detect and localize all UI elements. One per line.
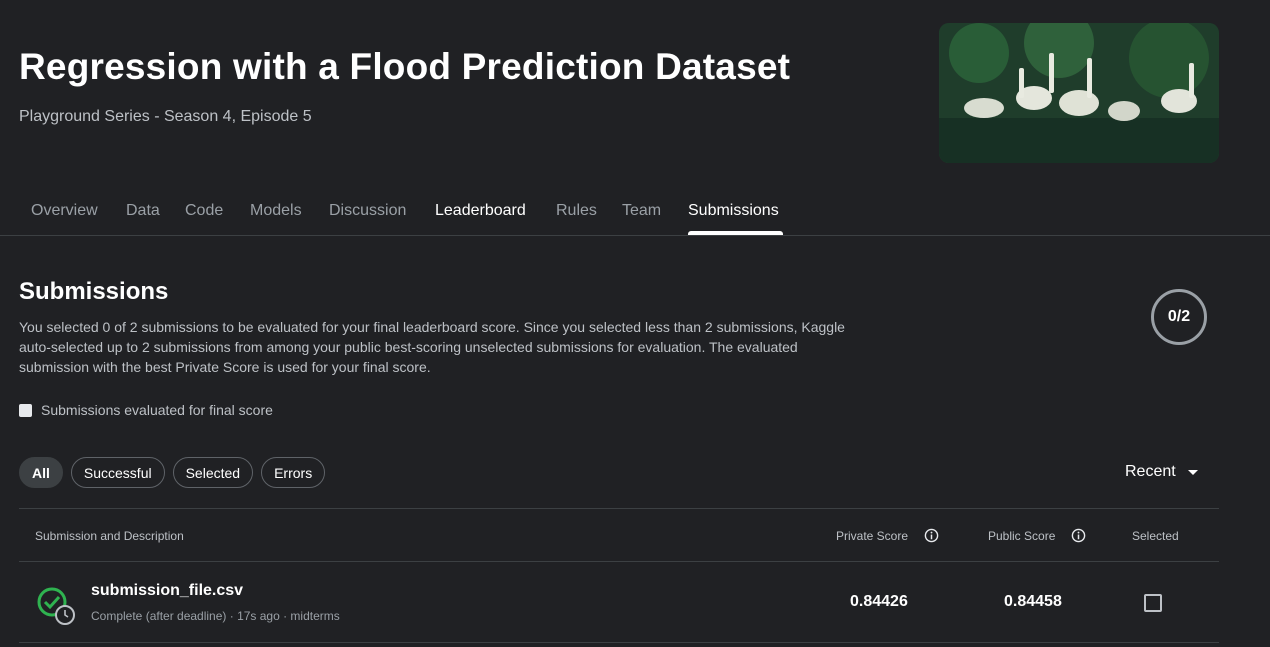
tab-code[interactable]: Code: [185, 202, 223, 220]
page-subtitle: Playground Series - Season 4, Episode 5: [19, 108, 312, 125]
submissions-table: Submission and Description Private Score…: [19, 508, 1219, 643]
caret-down-icon: [1187, 469, 1198, 475]
sort-dropdown[interactable]: Recent: [1125, 463, 1198, 481]
select-checkbox[interactable]: [1144, 594, 1162, 612]
section-title: Submissions: [19, 278, 169, 305]
filter-all[interactable]: All: [19, 457, 63, 488]
column-header-public-score: Public Score: [988, 529, 1056, 543]
info-icon[interactable]: [924, 528, 939, 543]
complete-check-icon: [37, 587, 75, 625]
table-header: Submission and Description Private Score…: [19, 509, 1219, 562]
filter-selected[interactable]: Selected: [172, 457, 254, 488]
tab-rules[interactable]: Rules: [556, 202, 597, 220]
column-header-submission: Submission and Description: [35, 529, 184, 543]
public-score: 0.84458: [1004, 593, 1062, 610]
final-score-filter[interactable]: Submissions evaluated for final score: [19, 402, 273, 418]
tab-team[interactable]: Team: [622, 202, 661, 220]
column-header-selected: Selected: [1132, 529, 1179, 543]
tab-models[interactable]: Models: [250, 202, 302, 220]
tab-submissions[interactable]: Submissions: [688, 202, 779, 220]
submissions-description: You selected 0 of 2 submissions to be ev…: [19, 319, 845, 375]
private-score: 0.84426: [850, 593, 908, 610]
sort-label: Recent: [1125, 463, 1176, 480]
tab-leaderboard[interactable]: Leaderboard: [435, 202, 526, 220]
submission-file-name[interactable]: submission_file.csv: [91, 582, 243, 600]
column-header-private-score: Private Score: [836, 529, 909, 543]
info-icon[interactable]: [1071, 528, 1086, 543]
competition-banner-image: [939, 23, 1219, 163]
table-row[interactable]: submission_file.csv Complete (after dead…: [19, 562, 1219, 643]
active-tab-indicator: [688, 231, 783, 235]
tab-data[interactable]: Data: [126, 202, 160, 220]
tab-bar: Overview Data Code Models Discussion Lea…: [0, 196, 1270, 236]
final-score-checkbox[interactable]: [19, 403, 32, 417]
final-score-checkbox-label: Submissions evaluated for final score: [41, 402, 273, 418]
tab-overview[interactable]: Overview: [31, 202, 98, 220]
tab-discussion[interactable]: Discussion: [329, 202, 406, 220]
page-title: Regression with a Flood Prediction Datas…: [19, 46, 791, 87]
selection-counter: 0/2: [1151, 289, 1207, 345]
filter-errors[interactable]: Errors: [261, 457, 326, 488]
filter-chips: All Successful Selected Errors: [19, 457, 326, 488]
filter-successful[interactable]: Successful: [70, 457, 165, 488]
submission-meta: Complete (after deadline) · 17s ago · mi…: [91, 609, 340, 623]
